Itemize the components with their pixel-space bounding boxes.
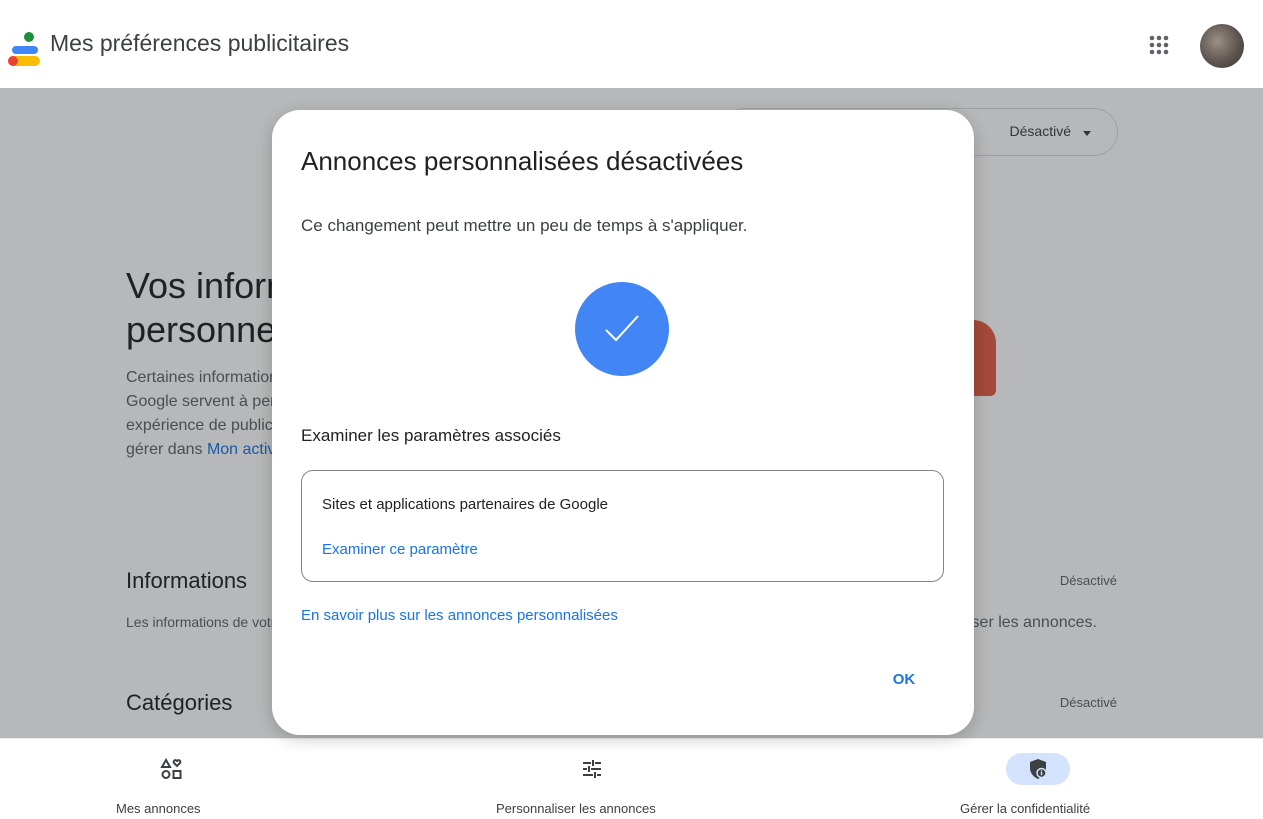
nav-label-my-ads: Mes annonces [116,801,201,816]
related-settings-title: Examiner les paramètres associés [301,426,561,445]
tune-icon [583,760,601,778]
nav-item-personalize-ads[interactable]: Personnaliser les annonces [494,739,694,819]
nav-item-manage-privacy[interactable]: Gérer la confidentialité [960,739,1145,819]
check-icon [605,315,639,342]
nav-label-manage-privacy: Gérer la confidentialité [960,801,1091,816]
apps-grid-icon[interactable] [1146,32,1172,58]
setting-name: Sites et applications partenaires de Goo… [322,496,609,513]
avatar[interactable] [1200,24,1244,68]
bottom-navigation: Mes annonces Personnaliser les annonces … [0,738,1263,819]
dialog-title: Annonces personnalisées désactivées [301,146,744,176]
ok-button[interactable]: OK [870,660,938,700]
app-header: Mes préférences publicitaires [0,0,1263,88]
privacy-shield-icon [1030,759,1047,779]
nav-icon-container [560,753,624,785]
nav-item-my-ads[interactable]: Mes annonces [116,739,226,819]
dialog-subtitle: Ce changement peut mettre un peu de temp… [301,216,748,235]
nav-icon-container-active [1006,753,1070,785]
learn-more-link[interactable]: En savoir plus sur les annonces personna… [301,607,618,624]
nav-label-personalize-ads: Personnaliser les annonces [496,801,656,816]
related-setting-card: Sites et applications partenaires de Goo… [301,470,944,582]
nav-icon-container [140,753,204,785]
app-title: Mes préférences publicitaires [50,30,350,56]
review-setting-link[interactable]: Examiner ce paramètre [322,541,478,558]
success-check-badge [575,282,669,376]
ads-logo-icon [8,32,40,66]
ads-disabled-dialog: Annonces personnalisées désactivées Ce c… [272,110,974,735]
ads-shapes-icon [160,757,182,779]
